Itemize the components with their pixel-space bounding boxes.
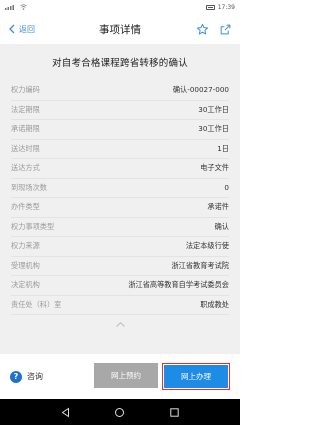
field-key: 权力事项类型 <box>11 221 55 231</box>
field-key: 受理机构 <box>11 260 40 270</box>
field-key: 法定期限 <box>11 104 40 114</box>
chevron-up-icon <box>115 321 125 327</box>
field-value: 确认 <box>214 221 229 231</box>
field-row: 承诺期限 30工作日 <box>11 120 229 140</box>
system-nav-bar <box>0 399 240 425</box>
field-value: 浙江省教育考试院 <box>171 260 229 270</box>
field-row: 权力来源 法定本级行使 <box>11 237 229 257</box>
field-key: 权力编码 <box>11 85 40 95</box>
field-row: 送达方式 电子文件 <box>11 159 229 179</box>
home-circle-icon[interactable] <box>114 407 125 418</box>
recents-square-icon[interactable] <box>169 407 180 418</box>
reserve-button[interactable]: 网上预约 <box>94 363 158 388</box>
field-key: 权力来源 <box>11 241 40 251</box>
field-value: 电子文件 <box>200 163 229 173</box>
chevron-left-icon <box>9 24 15 34</box>
field-key: 送达时限 <box>11 143 40 153</box>
field-value: 浙江省高等教育自学考试委员会 <box>128 280 229 290</box>
consult-label: 咨询 <box>27 372 43 381</box>
field-key: 承诺期限 <box>11 124 40 134</box>
status-bar: 17:39 <box>0 0 240 14</box>
field-row: 决定机构 浙江省高等教育自学考试委员会 <box>11 276 229 296</box>
field-row: 办件类型 承诺件 <box>11 198 229 218</box>
detail-list: 权力编码 确认-00027-000 法定期限 30工作日 承诺期限 30工作日 送达时… <box>0 81 240 315</box>
field-value: 职成教处 <box>200 299 229 309</box>
field-key: 办件类型 <box>11 202 40 212</box>
action-bar: ? 咨询 网上预约 网上办理 <box>0 354 240 399</box>
field-key: 送达方式 <box>11 163 40 173</box>
field-value: 30工作日 <box>198 124 229 134</box>
back-triangle-icon[interactable] <box>60 407 71 418</box>
wifi-icon <box>20 4 27 10</box>
field-row: 送达时限 1日 <box>11 140 229 159</box>
status-time: 17:39 <box>217 3 235 11</box>
field-row: 责任处（科）室 职成教处 <box>11 296 229 315</box>
nav-actions <box>196 23 240 36</box>
signal-icon <box>5 5 14 10</box>
battery-icon <box>205 4 215 10</box>
share-icon[interactable] <box>219 23 232 36</box>
field-key: 决定机构 <box>11 280 40 290</box>
field-value: 0 <box>224 183 229 193</box>
star-icon[interactable] <box>196 23 209 36</box>
field-row: 权力事项类型 确认 <box>11 218 229 237</box>
field-key: 责任处（科）室 <box>11 299 62 309</box>
field-row: 到现场次数 0 <box>11 179 229 198</box>
consult-button[interactable]: ? 咨询 <box>10 370 43 383</box>
collapse-toggle[interactable] <box>0 315 240 333</box>
field-value: 1日 <box>217 143 229 153</box>
field-value: 30工作日 <box>198 104 229 114</box>
field-value: 承诺件 <box>207 202 229 212</box>
online-button-highlight: 网上办理 <box>162 363 230 390</box>
detail-panel: 对自考合格课程跨省转移的确认 权力编码 确认-00027-000 法定期限 30工作… <box>0 44 240 354</box>
online-handle-button[interactable]: 网上办理 <box>164 365 228 388</box>
field-value: 法定本级行使 <box>185 241 229 251</box>
help-icon: ? <box>10 370 22 383</box>
back-label: 返回 <box>19 24 35 34</box>
nav-bar: 返回 事项详情 <box>0 14 240 44</box>
field-row: 受理机构 浙江省教育考试院 <box>11 257 229 276</box>
field-row: 法定期限 30工作日 <box>11 101 229 120</box>
field-key: 到现场次数 <box>11 182 47 192</box>
item-heading: 对自考合格课程跨省转移的确认 <box>52 58 188 69</box>
action-buttons: 网上预约 网上办理 <box>94 363 230 390</box>
back-button[interactable]: 返回 <box>0 24 35 35</box>
status-right: 17:39 <box>205 3 235 11</box>
field-row: 权力编码 确认-00027-000 <box>11 81 229 101</box>
field-value: 确认-00027-000 <box>172 85 229 95</box>
status-left <box>5 4 27 10</box>
